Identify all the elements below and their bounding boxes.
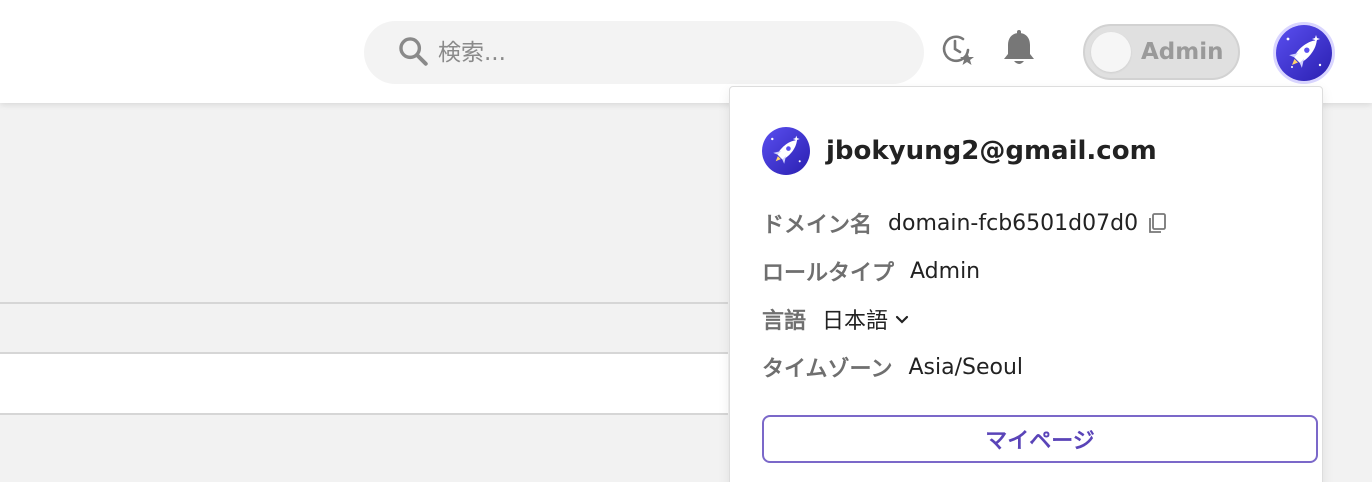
admin-mode-toggle[interactable]: Admin — [1083, 24, 1240, 80]
search-icon — [396, 34, 430, 72]
content-divider-3 — [0, 413, 728, 415]
history-star-icon — [938, 30, 976, 72]
notifications-button[interactable] — [998, 30, 1040, 72]
domain-value: domain-fcb6501d07d0 — [888, 210, 1139, 236]
toggle-label: Admin — [1141, 39, 1224, 65]
role-row: ロールタイプ Admin — [762, 255, 980, 287]
rocket-avatar-icon — [1276, 25, 1332, 81]
mypage-button[interactable]: マイページ — [762, 415, 1318, 463]
content-divider-2 — [0, 352, 728, 354]
user-email: jbokyung2@gmail.com — [826, 136, 1157, 166]
domain-row: ドメイン名 domain-fcb6501d07d0 — [762, 207, 1170, 239]
profile-header: jbokyung2@gmail.com — [762, 127, 1157, 175]
domain-label: ドメイン名 — [762, 213, 873, 238]
search-input[interactable] — [438, 39, 858, 66]
user-avatar-button[interactable] — [1273, 22, 1335, 84]
timezone-row: タイムゾーン Asia/Seoul — [762, 351, 1023, 383]
language-label: 言語 — [762, 309, 807, 334]
content-row — [0, 353, 728, 414]
language-row: 言語 日本語 — [762, 303, 910, 335]
language-select[interactable]: 日本語 — [822, 303, 910, 335]
language-value: 日本語 — [822, 309, 889, 334]
bell-icon — [1000, 29, 1038, 73]
timezone-label: タイムゾーン — [762, 357, 893, 382]
rocket-avatar-icon — [762, 127, 810, 175]
history-button[interactable] — [936, 30, 978, 72]
chevron-down-icon — [895, 315, 909, 324]
role-value: Admin — [910, 258, 981, 284]
copy-icon[interactable] — [1146, 211, 1170, 235]
search-bar[interactable] — [364, 21, 924, 84]
toggle-knob — [1091, 32, 1131, 72]
role-label: ロールタイプ — [762, 261, 895, 286]
timezone-value: Asia/Seoul — [908, 354, 1024, 380]
profile-dropdown: jbokyung2@gmail.com ドメイン名 domain-fcb6501… — [729, 86, 1323, 482]
content-divider-1 — [0, 302, 728, 304]
